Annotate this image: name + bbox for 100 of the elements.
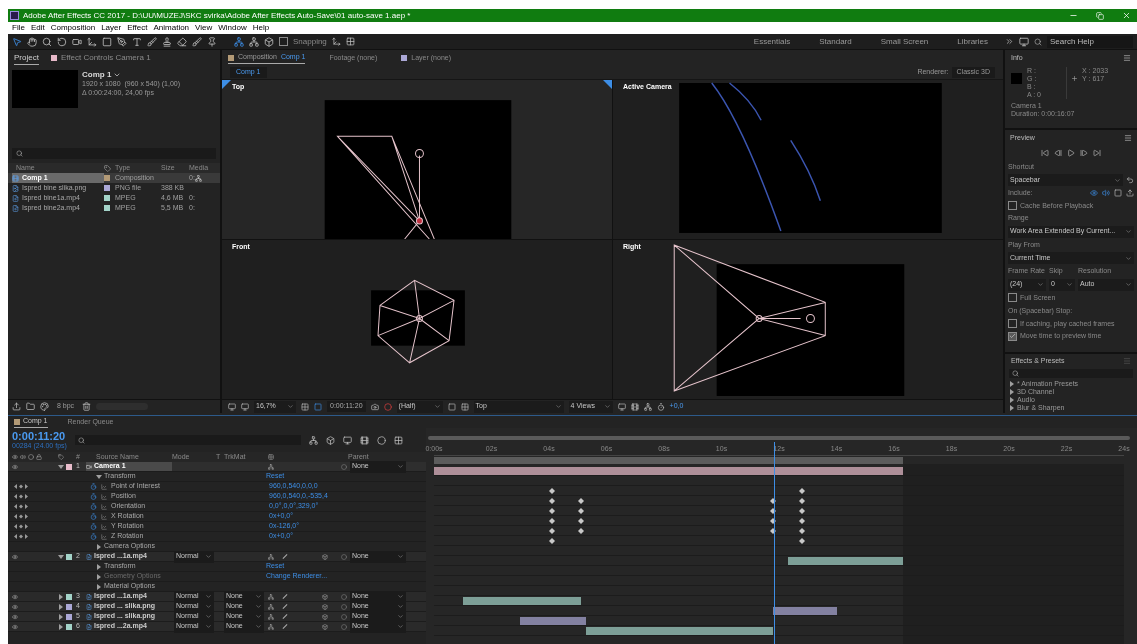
last-frame-icon[interactable] [1093, 148, 1101, 157]
checkbox[interactable] [279, 37, 288, 46]
previous-frame-icon[interactable] [1054, 148, 1062, 157]
snap-grid-icon[interactable] [345, 37, 355, 46]
menu-item[interactable]: Layer [101, 22, 122, 34]
disclosure-triangle-icon[interactable] [96, 543, 102, 550]
pin-tool-icon[interactable] [207, 36, 217, 47]
workspace-tab[interactable]: Small Screen [868, 35, 941, 48]
close-icon[interactable] [1122, 11, 1131, 20]
disclosure-triangle-icon[interactable] [58, 593, 64, 600]
disclosure-triangle-icon[interactable] [96, 563, 102, 570]
visibility-icon[interactable] [12, 603, 18, 610]
keyframe-navigator-icon[interactable] [14, 484, 28, 489]
checkbox[interactable] [1008, 331, 1017, 341]
cube-icon[interactable] [322, 593, 328, 600]
checkbox[interactable] [1008, 201, 1017, 211]
search-help-field[interactable]: Search Help [1047, 35, 1133, 48]
hand-tool-icon[interactable] [27, 36, 37, 47]
cube-icon[interactable] [322, 623, 328, 630]
zoom-tool-icon[interactable] [42, 36, 52, 47]
visibility-icon[interactable] [12, 623, 18, 630]
stopwatch-icon[interactable] [90, 503, 97, 510]
stopwatch-icon[interactable] [90, 493, 97, 500]
folder-icon[interactable] [26, 402, 35, 411]
disclosure-triangle-icon[interactable] [96, 583, 102, 590]
checkbox[interactable] [1008, 293, 1017, 303]
visibility-icon[interactable] [12, 613, 18, 620]
keyframe-navigator-icon[interactable] [14, 514, 28, 519]
workspace-icon[interactable] [1019, 36, 1029, 47]
workspace-tab[interactable]: Essentials [741, 35, 803, 48]
workspace-tab[interactable]: Libraries [945, 35, 1000, 48]
pen-tool-icon[interactable] [117, 36, 127, 47]
timeline-search-field[interactable] [74, 435, 301, 445]
current-time[interactable]: 0:00:11:20 [12, 430, 67, 442]
rotate-tool-icon[interactable] [57, 36, 67, 47]
video-toggle-icon[interactable] [1090, 189, 1098, 198]
label-column-icon[interactable] [104, 164, 111, 172]
disclosure-triangle-icon[interactable] [58, 603, 64, 610]
menu-item[interactable]: View [195, 22, 213, 34]
cube-icon[interactable] [322, 553, 328, 560]
workspace-tab[interactable]: Standard [807, 35, 864, 48]
stopwatch-icon[interactable] [90, 513, 97, 520]
snapshot-icon[interactable] [370, 402, 379, 411]
text-tool-icon[interactable] [132, 36, 142, 47]
panel-tab[interactable]: Effect Controls Camera 1 [50, 52, 151, 64]
eraser-tool-icon[interactable] [177, 36, 187, 47]
trash-icon[interactable] [82, 402, 92, 411]
flowchart-icon[interactable] [643, 402, 652, 411]
keyframe-navigator-icon[interactable] [14, 494, 28, 499]
menu-item[interactable]: Edit [30, 22, 45, 34]
label-swatch[interactable] [66, 463, 72, 470]
stopwatch-icon[interactable] [90, 483, 97, 490]
visibility-icon[interactable] [12, 593, 18, 600]
restore-icon[interactable] [1096, 11, 1104, 20]
panel-tab[interactable]: Project [14, 51, 39, 65]
lock-switch-icon[interactable] [36, 454, 42, 460]
effects-search-field[interactable] [1009, 368, 1133, 378]
selection-tool-icon[interactable] [12, 36, 22, 47]
first-frame-icon[interactable] [1041, 148, 1049, 157]
disclosure-triangle-icon[interactable] [96, 473, 102, 480]
disclosure-triangle-icon[interactable] [58, 623, 64, 630]
stopwatch-icon[interactable] [90, 533, 97, 540]
reset-icon[interactable] [1126, 176, 1134, 184]
stopwatch-icon[interactable] [90, 523, 97, 530]
camera-tool-icon[interactable] [72, 36, 82, 47]
flowchart-icon[interactable] [194, 174, 202, 182]
grid-icon[interactable] [301, 402, 309, 411]
visibility-icon[interactable] [12, 553, 18, 560]
brush-tool-icon[interactable] [147, 36, 157, 47]
cube-icon[interactable] [322, 603, 328, 610]
label-swatch[interactable] [66, 613, 72, 620]
stamp-tool-icon[interactable] [162, 36, 172, 47]
keyframe-navigator-icon[interactable] [14, 524, 28, 529]
disclosure-triangle-icon[interactable] [58, 613, 64, 620]
menu-item[interactable]: Help [252, 22, 270, 34]
audio-switch-icon[interactable] [20, 454, 26, 460]
menu-item[interactable]: Effect [127, 22, 148, 34]
keyframe-navigator-icon[interactable] [14, 504, 28, 509]
audio-toggle-icon[interactable] [1102, 189, 1110, 198]
label-swatch[interactable] [66, 593, 72, 600]
next-frame-icon[interactable] [1080, 148, 1088, 157]
video-switch-icon[interactable] [12, 454, 18, 460]
label-swatch[interactable] [66, 603, 72, 610]
more-icon[interactable] [1005, 37, 1014, 46]
transparency-grid-icon[interactable] [460, 402, 469, 411]
label-swatch[interactable] [66, 623, 72, 630]
menu-item[interactable]: File [12, 22, 25, 34]
label-swatch[interactable] [66, 553, 72, 560]
checkbox[interactable] [1008, 319, 1017, 329]
play-icon[interactable] [1067, 148, 1075, 157]
menu-item[interactable]: Animation [153, 22, 190, 34]
menu-item[interactable]: Composition [50, 22, 96, 34]
disclosure-triangle-icon[interactable] [58, 463, 64, 470]
visibility-icon[interactable] [12, 463, 18, 470]
keyframe-navigator-icon[interactable] [14, 534, 28, 539]
label-column-icon[interactable] [58, 454, 64, 460]
cube-icon[interactable] [322, 613, 328, 620]
disclosure-triangle-icon[interactable] [58, 553, 64, 560]
panel-menu-icon[interactable] [1123, 54, 1131, 63]
project-search-field[interactable] [12, 148, 216, 159]
